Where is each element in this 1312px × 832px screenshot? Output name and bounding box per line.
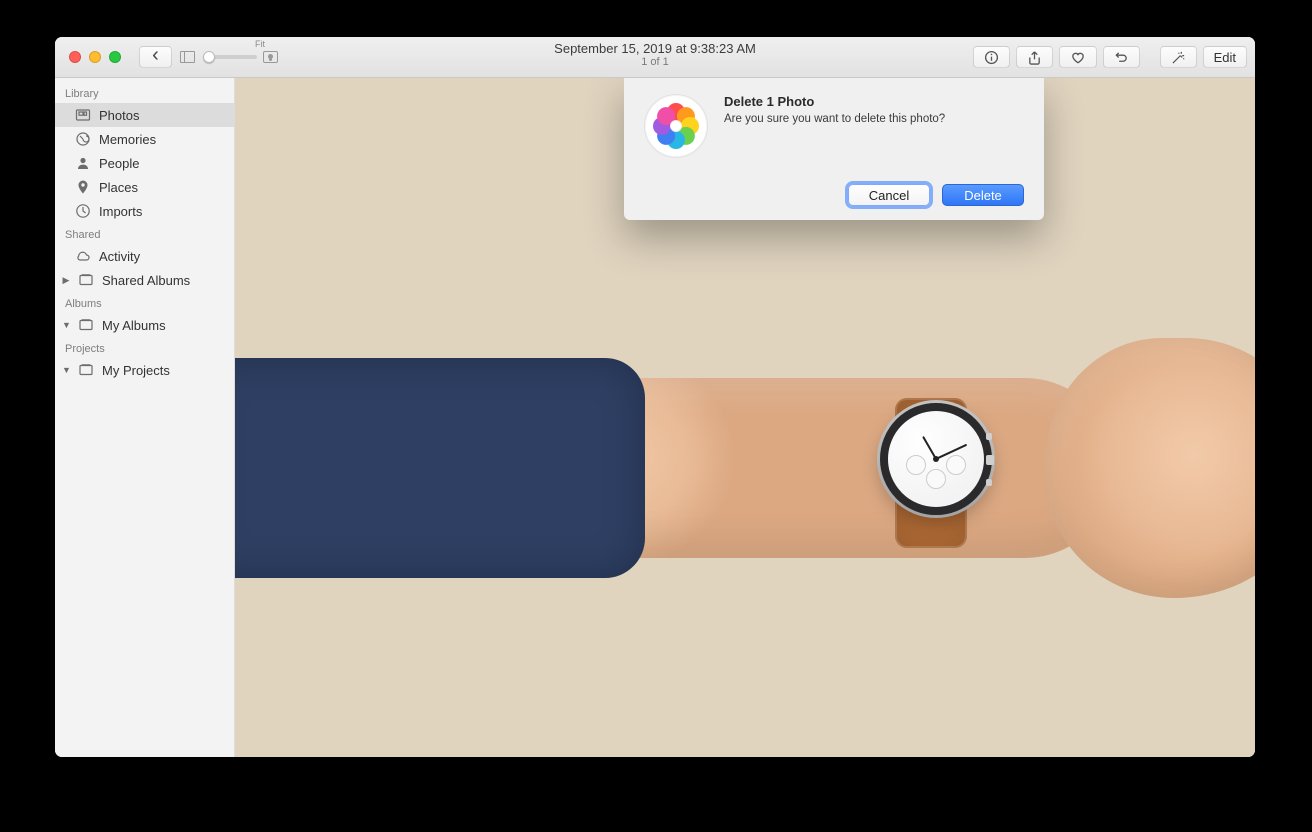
photo-watch bbox=[880, 403, 992, 515]
disclosure-right-icon[interactable]: ▶ bbox=[62, 275, 70, 286]
cloud-icon bbox=[75, 248, 91, 264]
sidebar-section-library: Library bbox=[55, 82, 234, 103]
zoom-slider[interactable] bbox=[203, 55, 257, 59]
sidebar-item-label: Activity bbox=[99, 249, 140, 264]
chevron-left-icon bbox=[152, 50, 159, 65]
slider-thumb[interactable] bbox=[203, 51, 215, 63]
sidebar-item-label: Shared Albums bbox=[102, 273, 190, 288]
album-icon bbox=[78, 317, 94, 333]
sidebar-item-label: Imports bbox=[99, 204, 142, 219]
album-icon bbox=[78, 272, 94, 288]
delete-button[interactable]: Delete bbox=[942, 184, 1024, 206]
window-subtitle: 1 of 1 bbox=[554, 56, 756, 68]
sidebar-item-people[interactable]: People bbox=[55, 151, 234, 175]
zoom-window-button[interactable] bbox=[109, 51, 121, 63]
window-title: September 15, 2019 at 9:38:23 AM bbox=[554, 41, 756, 56]
enhance-button[interactable] bbox=[1160, 46, 1197, 68]
dialog-message: Are you sure you want to delete this pho… bbox=[724, 113, 1024, 125]
cancel-button[interactable]: Cancel bbox=[848, 184, 930, 206]
sidebar-icon bbox=[180, 51, 195, 63]
places-icon bbox=[75, 179, 91, 195]
album-icon bbox=[78, 362, 94, 378]
back-button[interactable] bbox=[139, 46, 172, 68]
disclosure-down-icon[interactable]: ▼ bbox=[62, 320, 70, 330]
info-button[interactable] bbox=[973, 46, 1010, 68]
imports-icon bbox=[75, 203, 91, 219]
photo-viewer[interactable]: Delete 1 Photo Are you sure you want to … bbox=[235, 78, 1255, 757]
favorite-button[interactable] bbox=[1059, 46, 1097, 68]
edit-button[interactable]: Edit bbox=[1203, 46, 1247, 68]
sidebar-item-label: My Albums bbox=[102, 318, 166, 333]
disclosure-down-icon[interactable]: ▼ bbox=[62, 365, 70, 375]
rotate-icon bbox=[1114, 50, 1129, 65]
close-window-button[interactable] bbox=[69, 51, 81, 63]
window-body: Library Photos Memories People Places Im… bbox=[55, 78, 1255, 757]
sidebar-item-my-projects[interactable]: ▼ My Projects bbox=[55, 358, 234, 382]
sidebar-section-projects: Projects bbox=[55, 337, 234, 358]
delete-confirm-dialog: Delete 1 Photo Are you sure you want to … bbox=[624, 78, 1044, 220]
sidebar-item-places[interactable]: Places bbox=[55, 175, 234, 199]
sidebar-item-label: Photos bbox=[99, 108, 139, 123]
sidebar-item-activity[interactable]: Activity bbox=[55, 244, 234, 268]
share-button[interactable] bbox=[1016, 46, 1053, 68]
dialog-title: Delete 1 Photo bbox=[724, 94, 1024, 109]
sidebar-item-label: My Projects bbox=[102, 363, 170, 378]
magic-wand-icon bbox=[1171, 50, 1186, 65]
photo-fist bbox=[1045, 338, 1255, 598]
people-icon bbox=[75, 155, 91, 171]
sidebar-item-label: Places bbox=[99, 180, 138, 195]
sidebar-item-shared-albums[interactable]: ▶ Shared Albums bbox=[55, 268, 234, 292]
heart-icon bbox=[1070, 50, 1086, 65]
thumbnail-mode-button[interactable] bbox=[263, 51, 278, 63]
sidebar-item-photos[interactable]: Photos bbox=[55, 103, 234, 127]
share-icon bbox=[1027, 50, 1042, 65]
sidebar-item-memories[interactable]: Memories bbox=[55, 127, 234, 151]
window-title-group: September 15, 2019 at 9:38:23 AM 1 of 1 bbox=[554, 41, 756, 68]
photo-sleeve bbox=[235, 358, 645, 578]
sidebar-item-my-albums[interactable]: ▼ My Albums bbox=[55, 313, 234, 337]
minimize-window-button[interactable] bbox=[89, 51, 101, 63]
photos-window: Fit September 15, 2019 at 9:38:23 AM 1 o… bbox=[55, 37, 1255, 757]
sidebar: Library Photos Memories People Places Im… bbox=[55, 78, 235, 757]
sidebar-section-shared: Shared bbox=[55, 223, 234, 244]
info-icon bbox=[984, 50, 999, 65]
sidebar-section-albums: Albums bbox=[55, 292, 234, 313]
rotate-button[interactable] bbox=[1103, 46, 1140, 68]
window-controls bbox=[69, 51, 121, 63]
photos-app-icon bbox=[644, 94, 708, 158]
photos-icon bbox=[75, 107, 91, 123]
sidebar-item-imports[interactable]: Imports bbox=[55, 199, 234, 223]
zoom-label: Fit bbox=[255, 39, 265, 49]
sidebar-toggle-button[interactable] bbox=[180, 46, 195, 68]
memories-icon bbox=[75, 131, 91, 147]
titlebar: Fit September 15, 2019 at 9:38:23 AM 1 o… bbox=[55, 37, 1255, 78]
sidebar-item-label: Memories bbox=[99, 132, 156, 147]
sidebar-item-label: People bbox=[99, 156, 139, 171]
